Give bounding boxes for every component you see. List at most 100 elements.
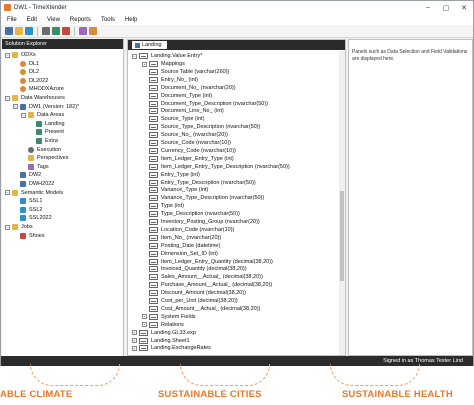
solution-tree-item[interactable]: Execution [21, 146, 61, 154]
field-row[interactable]: Variance_Type (int) [142, 186, 208, 194]
field-row[interactable]: Invoiced_Quantity (decimal(38,20)) [142, 265, 247, 273]
field-row[interactable]: Document_Type_Description (nvarchar(50)) [142, 100, 268, 108]
field-row[interactable]: Source_Type (int) [142, 115, 204, 123]
menu-help[interactable]: Help [125, 17, 137, 23]
solution-tree-item[interactable]: − Jobs [5, 223, 33, 231]
field-row[interactable]: Source_No_ (nvarchar(20)) [142, 131, 228, 139]
field-label: Sales_Amount__Actual_ (decimal(38,20)) [161, 274, 263, 281]
vertical-scrollbar[interactable] [339, 51, 345, 355]
solution-tree-item[interactable]: Tags [21, 163, 49, 171]
field-row[interactable]: Location_Code (nvarchar(10)) [142, 226, 234, 234]
solution-tree-item[interactable]: Extra [29, 137, 58, 145]
solution-tree-item[interactable]: SSL2 [13, 206, 42, 214]
field-row[interactable]: Currency_Code (nvarchar(10)) [142, 147, 236, 155]
menu-view[interactable]: View [47, 17, 60, 23]
table-root-row[interactable]: − Landing.Value Entry* [132, 52, 202, 60]
field-row[interactable]: Variance_Type_Description (nvarchar(50)) [142, 194, 264, 202]
expand-icon[interactable]: + [132, 338, 137, 343]
solution-tree-item[interactable]: Landing [29, 120, 65, 128]
collapse-icon[interactable]: − [5, 190, 10, 196]
field-row[interactable]: Document_No_ (nvarchar(20)) [142, 84, 236, 92]
solution-tree-item[interactable]: − ODXs [5, 51, 36, 59]
field-row[interactable]: Dimension_Set_ID (int) [142, 250, 218, 258]
solution-tree-item[interactable]: Present [29, 128, 64, 136]
field-row[interactable]: Item_No_ (nvarchar(20)) [142, 234, 221, 242]
deploy-icon[interactable] [52, 27, 60, 35]
field-row[interactable]: Item_Ledger_Entry_Type_Description (nvar… [142, 163, 290, 171]
field-row[interactable]: Type (int) [142, 202, 184, 210]
menu-tools[interactable]: Tools [101, 17, 115, 23]
field-row[interactable]: Source_Type_Description (nvarchar(50)) [142, 123, 260, 131]
collapse-icon[interactable]: − [13, 104, 18, 110]
collapse-icon[interactable]: − [5, 95, 10, 101]
menu-reports[interactable]: Reports [70, 17, 91, 23]
collapse-icon[interactable]: − [132, 53, 137, 59]
minimize-button[interactable]: – [419, 1, 437, 14]
table-row[interactable]: + Landing.Sheet1 [132, 337, 190, 345]
new-icon[interactable] [5, 27, 13, 35]
field-row[interactable]: Document_Line_No_ (int) [142, 107, 224, 115]
collapse-icon[interactable]: − [5, 52, 10, 58]
field-row[interactable]: Inventory_Posting_Group (nvarchar(20)) [142, 218, 260, 226]
field-icon [149, 171, 158, 178]
field-row[interactable]: Sales_Amount__Actual_ (decimal(38,20)) [142, 273, 263, 281]
solution-tree-item[interactable]: − Data Areas [21, 111, 64, 119]
expand-icon[interactable]: + [132, 330, 137, 336]
search-icon[interactable] [89, 27, 97, 35]
maximize-button[interactable]: ▢ [437, 1, 455, 14]
field-row[interactable]: Entry_Type_Description (nvarchar(50)) [142, 179, 256, 187]
save-icon[interactable] [25, 27, 33, 35]
solution-tree-label: SSL2022 [29, 215, 52, 222]
solution-tree-item[interactable]: DL1 [13, 60, 39, 68]
menu-file[interactable]: File [7, 17, 17, 23]
field-row[interactable]: Posting_Date (datetime) [142, 242, 220, 250]
field-row[interactable]: + Relations [142, 321, 184, 329]
field-row[interactable]: Source_Code (nvarchar(10)) [142, 139, 231, 147]
tab-landing[interactable]: Landing [132, 41, 167, 49]
collapse-icon[interactable]: − [5, 224, 10, 230]
field-row[interactable]: Document_Type (int) [142, 92, 212, 100]
field-row[interactable]: + System Fields [142, 313, 196, 321]
solution-tree-item[interactable]: DW2 [13, 171, 41, 179]
expand-icon[interactable]: + [132, 345, 137, 351]
solution-tree-item[interactable]: DL2022 [13, 77, 48, 85]
field-row[interactable]: Entry_No_ (int) [142, 76, 198, 84]
field-row[interactable]: Item_Ledger_Entry_Type (int) [142, 155, 234, 163]
table-row[interactable]: + Landing.GL33.exp [132, 329, 196, 337]
field-row[interactable]: Source Table (varchar(260)) [142, 68, 229, 76]
open-icon[interactable] [15, 27, 23, 35]
solution-tree-item[interactable]: Perspectives [21, 154, 69, 162]
solution-tree-item[interactable]: DL2 [13, 68, 39, 76]
refresh-icon[interactable] [42, 27, 50, 35]
field-row[interactable]: + Mappings [142, 60, 185, 68]
solution-tree-item[interactable]: Shoes [13, 232, 45, 240]
scrollbar-thumb[interactable] [340, 191, 344, 281]
field-row[interactable]: Cost_per_Unit (decimal(38,20)) [142, 297, 238, 305]
expand-icon[interactable]: + [142, 314, 147, 320]
field-label: Entry_Type (int) [161, 171, 200, 178]
field-row[interactable]: Entry_Type (int) [142, 171, 200, 179]
data-area-icon [36, 120, 42, 127]
expand-icon[interactable]: + [142, 322, 147, 328]
field-row[interactable]: Type_Description (nvarchar(50)) [142, 210, 240, 218]
settings-icon[interactable] [79, 27, 87, 35]
solution-tree-item[interactable]: MHODXAzure [13, 85, 64, 93]
field-icon [149, 234, 158, 241]
solution-tree-item[interactable]: − Semantic Models [5, 189, 63, 197]
table-row[interactable]: + Landing.ExchangeRates [132, 344, 211, 352]
collapse-icon[interactable]: − [21, 112, 26, 118]
solution-tree-item[interactable]: − DW1 (Version: 182)* [13, 103, 79, 111]
field-row[interactable]: Discount_Amount (decimal(38,20)) [142, 289, 246, 297]
solution-tree-item[interactable]: DWH2022 [13, 180, 54, 188]
close-button[interactable]: ✕ [455, 1, 473, 14]
expand-icon[interactable]: + [142, 61, 147, 67]
execute-icon[interactable] [62, 27, 70, 35]
menu-edit[interactable]: Edit [27, 17, 37, 23]
solution-tree-item[interactable]: SSL1 [13, 197, 42, 205]
solution-tree-item[interactable]: SSL2022 [13, 214, 52, 222]
field-icon [149, 187, 158, 194]
solution-tree-item[interactable]: − Data Warehouses [5, 94, 65, 102]
field-row[interactable]: Item_Ledger_Entry_Quantity (decimal(38,2… [142, 258, 273, 266]
field-row[interactable]: Cost_Amount__Actual_ (decimal(38,20)) [142, 305, 260, 313]
field-row[interactable]: Purchase_Amount__Actual_ (decimal(38,20)… [142, 281, 272, 289]
